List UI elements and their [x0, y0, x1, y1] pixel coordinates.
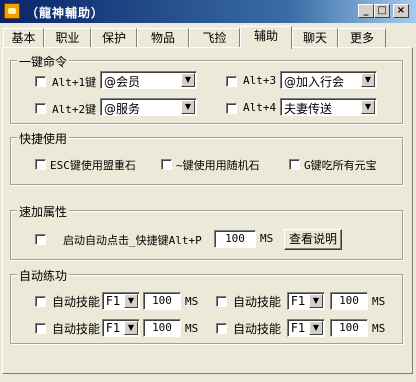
tilde-random-stone-checkbox[interactable]: [161, 159, 172, 170]
alt4-command-select[interactable]: 夫妻传送 ▼: [280, 98, 377, 116]
tab-more[interactable]: 更多: [338, 28, 386, 47]
close-button[interactable]: ×: [393, 4, 409, 18]
tab-assist[interactable]: 辅助: [240, 26, 292, 49]
group-title: 速加属性: [17, 203, 70, 220]
auto-skill-interval-input-4[interactable]: 100: [330, 319, 368, 337]
auto-skill-unit-4: MS: [372, 322, 386, 335]
minimize-button[interactable]: _: [358, 4, 374, 18]
alt1-command-select[interactable]: @会员 ▼: [100, 71, 197, 89]
alt4-checkbox[interactable]: [226, 103, 237, 114]
tab-basic[interactable]: 基本: [3, 28, 44, 47]
auto-skill-checkbox-2[interactable]: [216, 296, 227, 307]
dropdown-arrow-icon[interactable]: ▼: [309, 294, 323, 308]
tab-items[interactable]: 物品: [137, 28, 189, 47]
group-title: 一键命令: [17, 53, 70, 70]
auto-skill-label-3: 自动技能: [52, 322, 101, 336]
auto-skill-key-value: F1: [291, 294, 306, 308]
alt4-command-value: 夫妻传送: [284, 102, 333, 116]
auto-skill-interval-input-1[interactable]: 100: [143, 292, 181, 310]
auto-skill-unit-3: MS: [185, 322, 199, 335]
group-title: 快捷使用: [17, 130, 70, 147]
alt3-command-value: @加入行会: [284, 75, 345, 89]
alt3-label: Alt+3: [243, 74, 277, 87]
auto-skill-checkbox-1[interactable]: [35, 296, 46, 307]
tab-chat[interactable]: 聊天: [292, 28, 338, 47]
tab-pickup[interactable]: 飞捡: [189, 28, 240, 47]
dropdown-arrow-icon[interactable]: ▼: [361, 73, 375, 87]
group-title: 自动练功: [17, 267, 70, 284]
alt2-checkbox[interactable]: [35, 103, 46, 114]
auto-skill-unit-2: MS: [372, 295, 386, 308]
dropdown-arrow-icon[interactable]: ▼: [361, 100, 375, 114]
auto-skill-unit-1: MS: [185, 295, 199, 308]
auto-skill-key-value: F1: [106, 321, 121, 335]
dropdown-arrow-icon[interactable]: ▼: [309, 321, 323, 335]
auto-skill-key-select-3[interactable]: F1 ▼: [102, 319, 140, 337]
tab-strip: 基本 职业 保护 物品 飞捡 辅助 聊天 更多: [0, 26, 416, 49]
auto-skill-interval-input-2[interactable]: 100: [330, 292, 368, 310]
esc-stone-checkbox[interactable]: [35, 159, 46, 170]
auto-skill-label-4: 自动技能: [233, 322, 282, 336]
tab-protect[interactable]: 保护: [91, 28, 137, 47]
alt3-checkbox[interactable]: [226, 76, 237, 87]
auto-skill-key-select-4[interactable]: F1 ▼: [287, 319, 325, 337]
title-bar[interactable]: （龍神輔助） _ □ ×: [0, 0, 416, 23]
dropdown-arrow-icon[interactable]: ▼: [124, 294, 138, 308]
esc-stone-label: ESC键使用盟重石: [50, 159, 136, 172]
g-eat-ingot-checkbox[interactable]: [289, 159, 300, 170]
alt2-label: Alt+2键: [52, 103, 97, 116]
alt2-command-value: @服务: [104, 102, 141, 116]
alt1-label: Alt+1键: [52, 76, 97, 89]
auto-skill-interval-input-3[interactable]: 100: [143, 319, 181, 337]
g-eat-ingot-label: G键吃所有元宝: [304, 159, 377, 172]
dropdown-arrow-icon[interactable]: ▼: [181, 100, 195, 114]
auto-skill-key-value: F1: [291, 321, 306, 335]
auto-skill-checkbox-4[interactable]: [216, 323, 227, 334]
alt1-command-value: @会员: [104, 75, 141, 89]
app-icon: [4, 3, 20, 19]
dropdown-arrow-icon[interactable]: ▼: [181, 73, 195, 87]
alt2-command-select[interactable]: @服务 ▼: [100, 98, 197, 116]
auto-skill-key-value: F1: [106, 294, 121, 308]
auto-click-label: 启动自动点击_快捷键Alt+P: [63, 234, 202, 247]
dropdown-arrow-icon[interactable]: ▼: [124, 321, 138, 335]
auto-click-checkbox[interactable]: [35, 234, 46, 245]
auto-click-interval-input[interactable]: 100: [214, 230, 256, 248]
alt1-checkbox[interactable]: [35, 76, 46, 87]
maximize-button[interactable]: □: [374, 4, 390, 18]
tilde-random-stone-label: ~键使用用随机石: [176, 159, 260, 172]
auto-skill-label-1: 自动技能: [52, 295, 101, 309]
auto-skill-label-2: 自动技能: [233, 295, 282, 309]
auto-skill-checkbox-3[interactable]: [35, 323, 46, 334]
view-help-button[interactable]: 查看说明: [284, 229, 342, 250]
tab-profession[interactable]: 职业: [44, 28, 91, 47]
alt3-command-select[interactable]: @加入行会 ▼: [280, 71, 377, 89]
auto-skill-key-select-1[interactable]: F1 ▼: [102, 292, 140, 310]
auto-skill-key-select-2[interactable]: F1 ▼: [287, 292, 325, 310]
alt4-label: Alt+4: [243, 101, 277, 114]
auto-click-unit: MS: [260, 232, 274, 245]
window-title: （龍神輔助）: [26, 6, 105, 20]
